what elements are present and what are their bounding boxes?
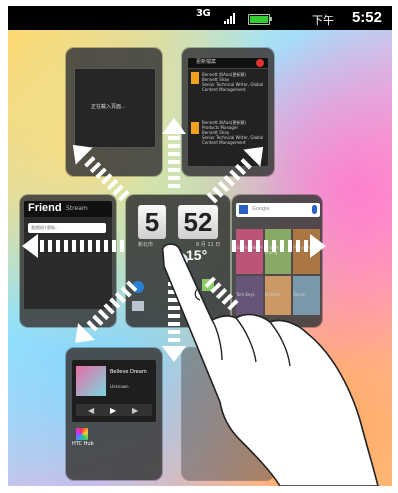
status-ampm: 下午: [312, 14, 334, 27]
hand-illustration: [161, 243, 379, 486]
status-time: 5:52: [351, 9, 382, 26]
status-bar: 3G 下午 5:52: [8, 6, 392, 30]
signal-icon: [224, 13, 235, 24]
home-screen-leap-view: 正在載入頁面... 更新檔案 Bennett 與Aaa(更新類) Bennett…: [8, 30, 392, 486]
network-indicator: 3G: [196, 8, 211, 19]
battery-icon: [248, 14, 272, 25]
